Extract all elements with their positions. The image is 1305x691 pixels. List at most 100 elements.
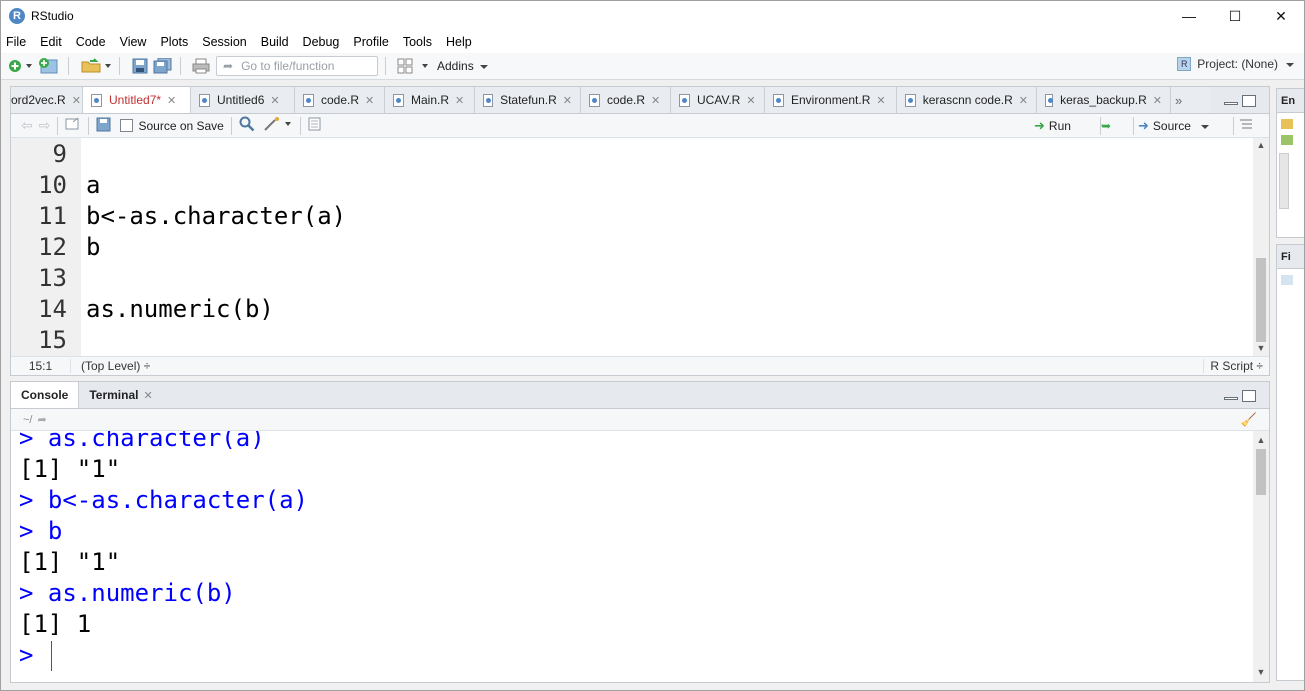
console-scrollbar[interactable]: ▲ ▼	[1253, 431, 1269, 682]
menu-code[interactable]: Code	[76, 35, 106, 49]
tab-console-label: Console	[21, 388, 69, 402]
line-number: 10	[38, 170, 67, 199]
close-tab-icon[interactable]: ✕	[1153, 94, 1162, 107]
tab-untitled7[interactable]: Untitled7* ✕	[83, 87, 191, 113]
close-tab-icon[interactable]: ✕	[1019, 94, 1028, 107]
tab-ucav-r[interactable]: UCAV.R ✕	[671, 87, 765, 113]
menu-file[interactable]: File	[6, 35, 26, 49]
environment-pane-collapsed[interactable]: En	[1276, 88, 1304, 238]
editor-line: 9	[11, 138, 67, 169]
goto-file-input[interactable]: ➦ Go to file/function	[216, 56, 378, 76]
close-tab-icon[interactable]: ✕	[365, 94, 374, 107]
checkbox-box[interactable]	[120, 119, 134, 132]
menu-debug[interactable]: Debug	[303, 35, 340, 49]
addins-menu[interactable]: Addins	[437, 59, 474, 73]
menu-profile[interactable]: Profile	[353, 35, 388, 49]
addins-chevron-icon[interactable]	[479, 59, 488, 73]
close-tab-icon[interactable]: ✕	[651, 94, 660, 107]
tab-kerascnn-code-r[interactable]: kerascnn code.R ✕	[897, 87, 1037, 113]
env-pane-label: En	[1277, 89, 1304, 113]
compile-report-icon[interactable]	[308, 117, 322, 134]
tab-label: Statefun.R	[500, 93, 557, 107]
rstudio-logo-icon: R	[9, 8, 25, 24]
menu-edit[interactable]: Edit	[40, 35, 62, 49]
tab-main-r[interactable]: Main.R ✕	[385, 87, 475, 113]
forward-arrow-icon[interactable]: ⇨	[39, 117, 51, 134]
project-menu[interactable]: R Project: (None)	[1177, 57, 1294, 71]
back-arrow-icon[interactable]: ⇦	[21, 117, 33, 134]
tab-untitled6[interactable]: Untitled6 ✕	[191, 87, 295, 113]
tab-console[interactable]: Console	[11, 382, 80, 408]
files-pane-collapsed[interactable]: Fi	[1276, 244, 1304, 681]
tab-code-r-1[interactable]: code.R ✕	[295, 87, 385, 113]
minimize-pane-icon[interactable]	[1224, 397, 1238, 400]
print-icon[interactable]	[192, 56, 210, 76]
clear-console-broom-icon[interactable]: 🧹	[1241, 412, 1257, 428]
save-all-icon[interactable]	[153, 56, 173, 76]
editor-scrollbar[interactable]: ▲ ▼	[1253, 138, 1269, 356]
show-in-window-icon[interactable]	[65, 117, 81, 134]
close-tab-icon[interactable]: ✕	[455, 94, 464, 107]
folder-icon[interactable]	[1281, 119, 1293, 129]
minimize-button[interactable]: —	[1166, 1, 1212, 31]
new-project-icon[interactable]	[37, 56, 61, 76]
grid-layout-icon[interactable]	[397, 56, 431, 76]
scope-selector[interactable]: (Top Level) ÷	[81, 359, 150, 373]
project-chevron-icon	[1286, 57, 1294, 71]
menu-tools[interactable]: Tools	[403, 35, 432, 49]
menu-plots[interactable]: Plots	[160, 35, 188, 49]
refresh-icon[interactable]	[1281, 275, 1293, 285]
menu-view[interactable]: View	[120, 35, 147, 49]
close-tab-icon[interactable]: ✕	[563, 94, 572, 107]
close-tab-icon[interactable]: ✕	[746, 94, 755, 107]
maximize-button[interactable]: ☐	[1212, 1, 1258, 31]
menu-session[interactable]: Session	[202, 35, 246, 49]
scroll-down-icon[interactable]: ▼	[1253, 667, 1269, 677]
source-on-save-checkbox[interactable]: Source on Save	[120, 119, 224, 133]
close-tab-icon[interactable]: ✕	[167, 94, 176, 107]
goto-dir-arrow-icon[interactable]: ➦	[37, 413, 46, 426]
console-output[interactable]: > as.character(a) [1] "1" > b<-as.charac…	[11, 431, 1269, 682]
open-file-icon[interactable]	[80, 56, 112, 76]
close-button[interactable]: ✕	[1258, 1, 1304, 31]
editor-line: 11	[11, 200, 67, 231]
close-tab-icon[interactable]: ✕	[270, 94, 279, 107]
maximize-pane-icon[interactable]	[1242, 390, 1256, 402]
r-file-icon	[589, 93, 600, 107]
scroll-up-icon[interactable]: ▲	[1253, 140, 1269, 150]
tab-code-r-2[interactable]: code.R ✕	[581, 87, 671, 113]
close-tab-icon[interactable]: ✕	[876, 94, 885, 107]
minimize-pane-icon[interactable]	[1224, 102, 1238, 105]
search-icon[interactable]	[239, 116, 255, 135]
tab-label: Untitled7*	[109, 93, 162, 107]
save-icon[interactable]	[131, 56, 149, 76]
tab-keras-backup-r[interactable]: keras_backup.R ✕	[1037, 87, 1171, 113]
scrollbar-thumb[interactable]	[1256, 449, 1266, 495]
menu-help[interactable]: Help	[446, 35, 472, 49]
tab-environment-r[interactable]: Environment.R ✕	[765, 87, 897, 113]
save-file-icon[interactable]	[96, 117, 112, 135]
scroll-down-icon[interactable]: ▼	[1253, 343, 1269, 353]
code-editor[interactable]: 9 10 11 12 13 14 15 a b<-as.character(a)…	[11, 138, 1269, 356]
source-button[interactable]: ➜ Source	[1138, 118, 1209, 134]
maximize-pane-icon[interactable]	[1242, 95, 1256, 107]
document-outline-icon[interactable]	[1239, 118, 1253, 133]
close-terminal-icon[interactable]: ✕	[143, 389, 152, 402]
close-tab-icon[interactable]: ✕	[72, 94, 81, 107]
scrollbar-thumb[interactable]	[1256, 258, 1266, 342]
tab-word2vec[interactable]: ord2vec.R ✕	[11, 87, 83, 113]
env-scrollbar[interactable]	[1279, 153, 1289, 209]
scroll-up-icon[interactable]: ▲	[1253, 435, 1269, 445]
file-type-selector[interactable]: R Script ÷	[1203, 359, 1263, 373]
title-bar: R RStudio — ☐ ✕	[1, 1, 1304, 31]
source-chevron-icon[interactable]	[1200, 119, 1209, 133]
menu-build[interactable]: Build	[261, 35, 289, 49]
rerun-icon[interactable]: ➥	[1101, 119, 1111, 133]
code-tools-wand-icon[interactable]	[263, 116, 293, 135]
run-button[interactable]: ➜ Run	[1034, 118, 1071, 134]
new-file-icon[interactable]	[7, 56, 33, 76]
tab-terminal[interactable]: Terminal ✕	[79, 382, 162, 408]
tab-statefun-r[interactable]: Statefun.R ✕	[475, 87, 581, 113]
import-icon[interactable]	[1281, 135, 1293, 145]
more-tabs-button[interactable]: »	[1171, 87, 1211, 113]
